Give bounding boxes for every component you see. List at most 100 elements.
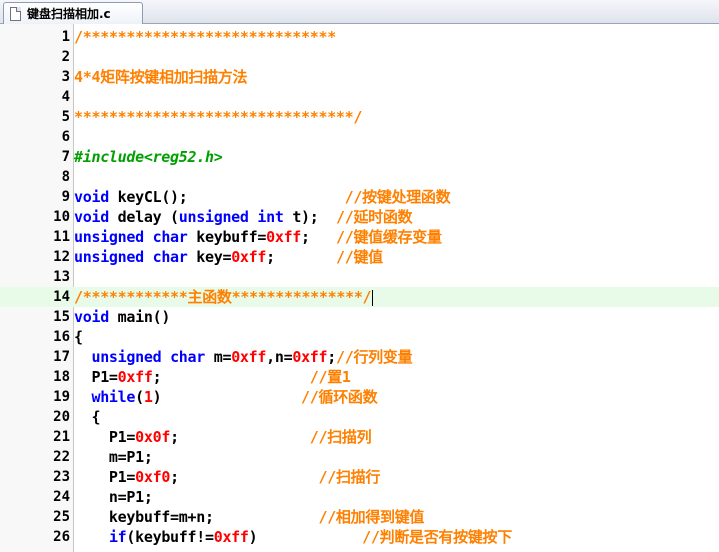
code-token: P1=: [74, 368, 118, 386]
code-line[interactable]: 26 if(keybuff!=0xff) //判断是否有按键按下: [0, 527, 719, 547]
code-line[interactable]: 14/************主函数***************/: [0, 287, 719, 307]
code-token: int: [257, 208, 284, 226]
line-number: 25: [53, 509, 70, 525]
code-token: 0xff: [117, 368, 153, 386]
tab-file[interactable]: 键盘扫描相加.c: [3, 2, 143, 24]
code-token: keybuff=: [187, 228, 267, 246]
line-number: 2: [61, 49, 70, 65]
code-text: #include<reg52.h>: [74, 147, 223, 167]
code-token: delay (: [108, 208, 179, 226]
line-number: 9: [61, 189, 70, 205]
code-token: t);: [283, 208, 336, 226]
code-text: void main(): [74, 307, 170, 327]
line-number: 5: [61, 109, 70, 125]
code-token: 0xff: [231, 248, 267, 266]
code-line[interactable]: 10 void delay (unsigned int t); //延时函数: [0, 207, 719, 227]
code-line[interactable]: 5 ********************************/: [0, 107, 719, 127]
line-number: 13: [53, 269, 70, 285]
code-token: ;: [266, 248, 336, 266]
code-token: 0x0f: [135, 428, 171, 446]
code-line[interactable]: 18 P1=0xff; //置1: [0, 367, 719, 387]
code-line[interactable]: 21 P1=0x0f; //扫描列: [0, 427, 719, 447]
code-text: void keyCL(); //按键处理函数: [74, 187, 451, 207]
line-number: 19: [53, 389, 70, 405]
code-line[interactable]: 12 unsigned char key=0xff; //键值: [0, 247, 719, 267]
code-text: n=P1;: [74, 487, 153, 507]
code-token: ): [248, 528, 363, 546]
line-number: 18: [53, 369, 70, 385]
line-number: 10: [53, 209, 70, 225]
line-number: 23: [53, 469, 70, 485]
code-text: 4*4矩阵按键相加扫描方法: [74, 67, 248, 87]
code-token: //延时函数: [335, 208, 413, 226]
code-line[interactable]: 17 unsigned char m=0xff,n=0xff;//行列变量: [0, 347, 719, 367]
code-text: keybuff=m+n; //相加得到键值: [74, 507, 425, 527]
code-token: {: [74, 408, 101, 426]
code-token: P1=: [74, 468, 136, 486]
line-number: 11: [53, 229, 70, 245]
code-token: /*****************************: [74, 28, 336, 46]
code-text: {: [74, 407, 100, 427]
code-text: /************主函数***************/: [74, 287, 374, 307]
code-text: unsigned char keybuff=0xff; //键值缓存变量: [74, 227, 442, 247]
code-token: #include<reg52.h>: [74, 148, 223, 166]
line-number: 21: [53, 429, 70, 445]
code-text: P1=0xff; //置1: [74, 367, 351, 387]
code-line[interactable]: 16{: [0, 327, 719, 347]
code-line[interactable]: 22 m=P1;: [0, 447, 719, 467]
code-line[interactable]: 20 {: [0, 407, 719, 427]
code-text: while(1) //循环函数: [74, 387, 377, 407]
code-line[interactable]: 1/*****************************: [0, 27, 719, 47]
code-line[interactable]: 4: [0, 87, 719, 107]
code-line[interactable]: 7 #include<reg52.h>: [0, 147, 719, 167]
line-number: 17: [53, 349, 70, 365]
code-line[interactable]: 9 void keyCL(); //按键处理函数: [0, 187, 719, 207]
code-token: P1=: [74, 428, 136, 446]
code-line[interactable]: 11 unsigned char keybuff=0xff; //键值缓存变量: [0, 227, 719, 247]
code-line[interactable]: 8: [0, 167, 719, 187]
code-token: void: [74, 308, 109, 326]
code-token: //循环函数: [301, 388, 378, 406]
code-token: 4*4矩阵按键相加扫描方法: [74, 68, 248, 86]
code-token: //键值: [335, 248, 383, 266]
code-token: char: [170, 348, 205, 366]
line-number: 14: [53, 289, 70, 305]
code-token: 0xff: [292, 348, 328, 366]
code-token: unsigned: [91, 348, 162, 366]
code-token: {: [74, 328, 83, 346]
code-line[interactable]: 13: [0, 267, 719, 287]
code-token: (: [135, 388, 144, 406]
code-token: //键值缓存变量: [335, 228, 442, 246]
code-line[interactable]: 23 P1=0xf0; //扫描行: [0, 467, 719, 487]
code-line[interactable]: 2: [0, 47, 719, 67]
line-number: 16: [53, 329, 70, 345]
code-token: ;: [170, 468, 319, 486]
code-token: ;: [152, 368, 310, 386]
code-line[interactable]: 25 keybuff=m+n; //相加得到键值: [0, 507, 719, 527]
code-text: m=P1;: [74, 447, 153, 467]
code-token: while: [91, 388, 136, 406]
code-token: char: [152, 248, 188, 266]
code-token: 0xff: [266, 228, 302, 246]
code-text: void delay (unsigned int t); //延时函数: [74, 207, 413, 227]
code-text: ********************************/: [74, 107, 362, 127]
code-line[interactable]: 15 void main(): [0, 307, 719, 327]
line-number: 1: [61, 29, 70, 45]
code-line[interactable]: 6: [0, 127, 719, 147]
code-token: ********************************/: [74, 108, 363, 126]
tab-bar: 键盘扫描相加.c: [0, 0, 719, 24]
code-text: /*****************************: [74, 27, 336, 47]
code-line[interactable]: 19 while(1) //循环函数: [0, 387, 719, 407]
code-token: n=P1;: [74, 488, 153, 506]
line-number: 8: [61, 169, 70, 185]
code-line[interactable]: 3 4*4矩阵按键相加扫描方法: [0, 67, 719, 87]
code-editor[interactable]: 1/***************************** 2 3 4*4矩阵按键…: [0, 24, 719, 552]
code-line[interactable]: 24 n=P1;: [0, 487, 719, 507]
code-token: ,n=: [266, 348, 293, 366]
tab-label: 键盘扫描相加.c: [27, 7, 111, 21]
